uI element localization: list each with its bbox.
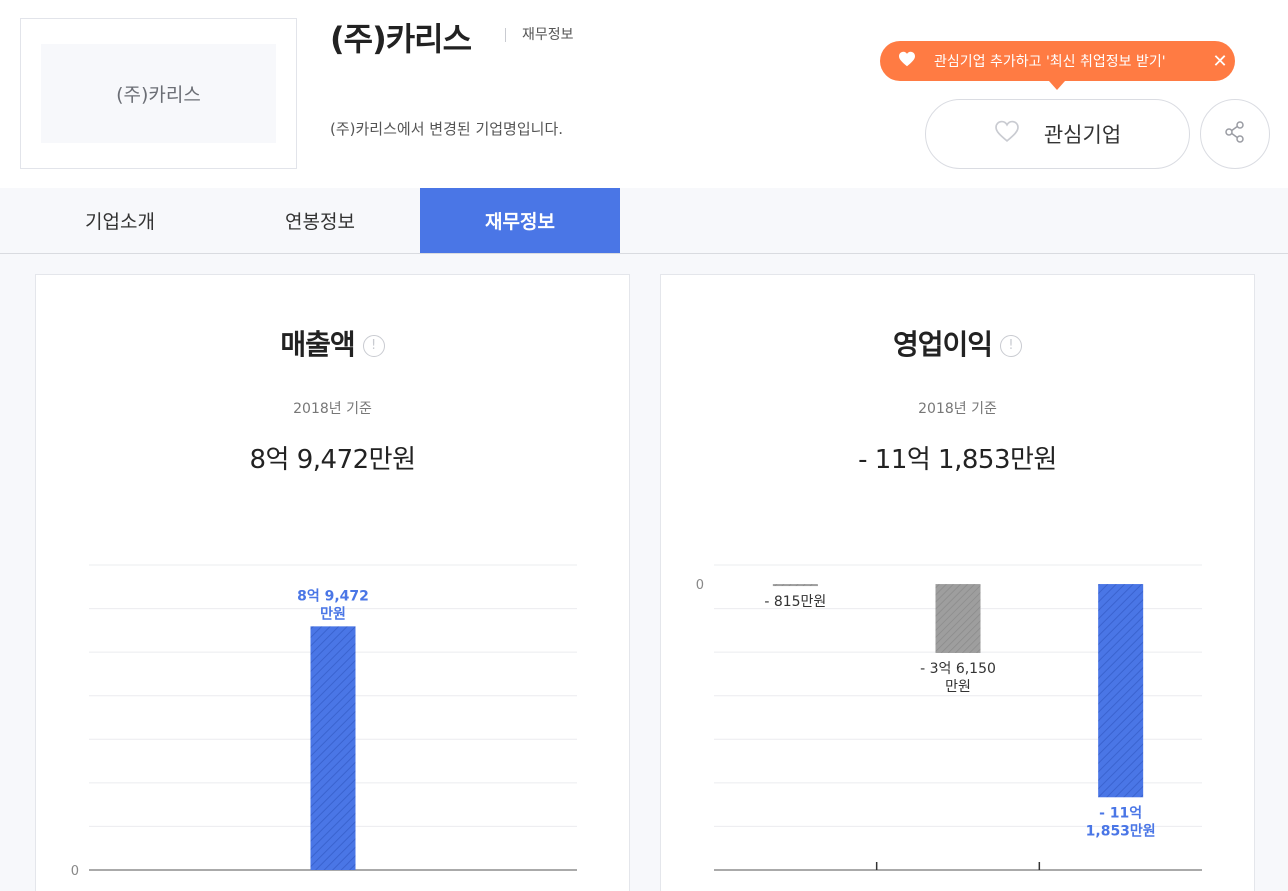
favorite-tooltip: 관심기업 추가하고 '최신 취업정보 받기' ✕: [880, 41, 1235, 81]
breadcrumb: 재무정보: [522, 27, 574, 43]
share-icon: [1223, 120, 1247, 148]
tooltip-text: 관심기업 추가하고 '최신 취업정보 받기': [934, 54, 1166, 70]
bar-value-label: - 3억 6,150: [920, 661, 996, 677]
bar-value-label: 만원: [320, 606, 346, 622]
favorite-company-button[interactable]: 관심기업: [925, 99, 1190, 169]
chart-bar[interactable]: [772, 584, 818, 587]
company-logo-text: (주)카리스: [41, 44, 276, 143]
close-icon[interactable]: ✕: [1205, 51, 1235, 72]
heart-outline-icon: [994, 120, 1020, 149]
revenue-card: 매출액! 2018년 기준 8억 9,472만원 0 8억 9,472 만원: [35, 274, 630, 891]
company-name: (주)카리스: [330, 20, 472, 58]
bar-value-label: 만원: [945, 679, 971, 695]
bar-value-label: 8억 9,472: [297, 588, 369, 604]
company-header: (주)카리스 (주)카리스 재무정보 (주)카리스에서 변경된 기업명입니다. …: [0, 0, 1288, 188]
bar-value-label: - 11억: [1099, 805, 1142, 821]
chart-bar[interactable]: [310, 626, 356, 870]
tab-company-intro[interactable]: 기업소개: [20, 188, 220, 253]
heart-icon: [898, 51, 918, 71]
company-tabs: 기업소개 연봉정보 재무정보: [0, 188, 1288, 254]
y-axis-zero-label: 0: [71, 864, 79, 879]
tab-financial-info[interactable]: 재무정보: [420, 188, 620, 253]
favorite-button-label: 관심기업: [1043, 123, 1122, 147]
name-change-note: (주)카리스에서 변경된 기업명입니다.: [330, 120, 564, 138]
tooltip-arrow: [1049, 81, 1065, 90]
chart-bar[interactable]: [935, 584, 981, 653]
share-button[interactable]: [1200, 99, 1270, 169]
y-axis-zero-label: 0: [696, 578, 704, 593]
chart-bar[interactable]: [1098, 584, 1144, 798]
revenue-chart: 0 8억 9,472 만원: [71, 564, 577, 879]
tab-salary-info[interactable]: 연봉정보: [220, 188, 420, 253]
bar-value-label: 1,853만원: [1086, 823, 1156, 839]
financial-content: 매출액! 2018년 기준 8억 9,472만원 0 8억 9,472 만원 영업이…: [0, 254, 1288, 891]
company-logo: (주)카리스: [20, 18, 297, 169]
bar-value-label: - 815만원: [764, 594, 826, 610]
operating-profit-card: 영업이익! 2018년 기준 - 11억 1,853만원 0- 815만원 - 3…: [660, 274, 1255, 891]
breadcrumb-divider: [505, 28, 506, 42]
operating-profit-chart: 0 - 815만원 - 3억 6,150 만원 - 11억 1,853만원: [696, 564, 1202, 871]
